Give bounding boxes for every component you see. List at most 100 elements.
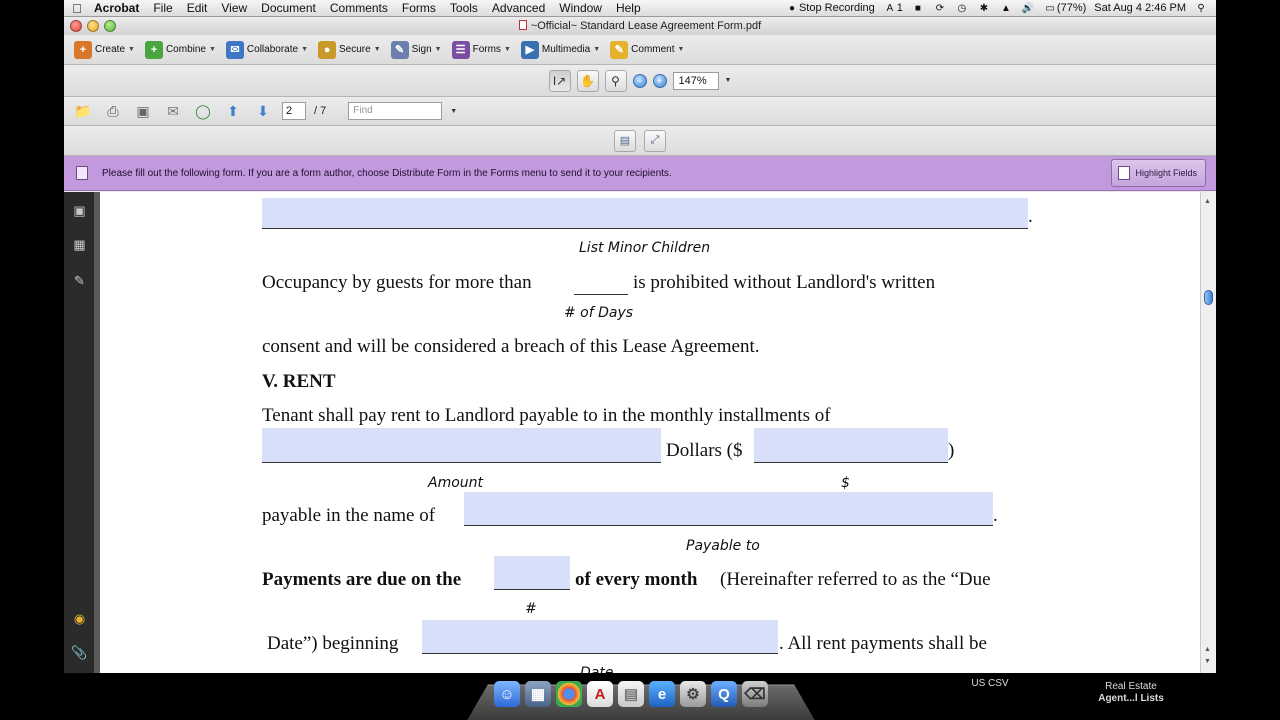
- preview-icon[interactable]: ▦: [525, 681, 551, 707]
- rent-amount-number-field[interactable]: [754, 428, 948, 463]
- open-folder-icon[interactable]: 📁: [72, 101, 94, 121]
- payments-due-text: Payments are due on the: [262, 569, 462, 590]
- menu-view[interactable]: View: [214, 1, 254, 15]
- menu-document[interactable]: Document: [254, 1, 323, 15]
- dropbox-icon[interactable]: ■: [911, 3, 925, 14]
- hand-tool-button[interactable]: ✋: [576, 69, 599, 92]
- attachments-icon[interactable]: 📎: [71, 644, 88, 661]
- zoom-out-button[interactable]: −: [632, 73, 647, 88]
- dropdown-arrow-icon: ▼: [128, 46, 135, 53]
- minor-children-label: List Minor Children: [579, 240, 711, 256]
- time-machine-icon[interactable]: ◷: [955, 3, 969, 14]
- payable-to-field[interactable]: [464, 492, 993, 526]
- create-button[interactable]: + Create ▼: [74, 40, 135, 59]
- days-field[interactable]: [574, 276, 628, 295]
- dropdown-arrow-icon: ▼: [208, 46, 216, 53]
- fit-page-icon: ▤: [619, 135, 631, 147]
- sync-icon[interactable]: ⟳: [933, 3, 947, 14]
- close-window-button[interactable]: [70, 20, 82, 32]
- scroll-down-arrow-icon[interactable]: ▼: [1204, 658, 1211, 665]
- bluetooth-icon[interactable]: ✱: [977, 3, 991, 14]
- minor-children-field[interactable]: [262, 198, 1028, 229]
- close-paren: ): [948, 440, 955, 461]
- print-icon[interactable]: ⎙: [102, 101, 124, 121]
- amount-label: Amount: [428, 475, 484, 491]
- globe-icon[interactable]: ◯: [192, 101, 214, 121]
- email-icon[interactable]: ✉: [162, 101, 184, 121]
- menu-advanced[interactable]: Advanced: [485, 1, 552, 15]
- comment-button[interactable]: ✎ Comment ▼: [610, 40, 684, 59]
- menu-forms[interactable]: Forms: [395, 1, 443, 15]
- battery-icon: ▭: [1045, 3, 1055, 14]
- scroll-up-arrow-icon[interactable]: ▲: [1204, 198, 1211, 205]
- zoom-in-button[interactable]: +: [652, 73, 667, 88]
- system-preferences-icon[interactable]: ⚙: [680, 681, 706, 707]
- highlight-fields-button[interactable]: Highlight Fields: [1111, 159, 1206, 187]
- comments-icon[interactable]: ◉: [71, 610, 88, 627]
- zoom-window-button[interactable]: [104, 20, 116, 32]
- due-day-field[interactable]: [494, 556, 570, 590]
- minor-children-period: .: [1028, 206, 1033, 227]
- menu-window[interactable]: Window: [552, 1, 609, 15]
- fit-width-button[interactable]: ▤: [614, 129, 636, 152]
- secure-button[interactable]: ● Secure ▼: [318, 40, 381, 59]
- menu-tools[interactable]: Tools: [443, 1, 485, 15]
- menu-app-name[interactable]: Acrobat: [90, 1, 146, 15]
- trash-icon[interactable]: ⌫: [742, 681, 768, 707]
- menu-file[interactable]: File: [146, 1, 179, 15]
- spotlight-search-icon[interactable]: ⚲: [1194, 3, 1208, 14]
- minimize-window-button[interactable]: [87, 20, 99, 32]
- quicktime-icon[interactable]: Q: [711, 681, 737, 707]
- previous-page-arrow-icon[interactable]: ⬆: [222, 101, 244, 121]
- vertical-scrollbar[interactable]: ▲ ▲ ▼: [1200, 192, 1216, 673]
- full-screen-button[interactable]: ⤢: [644, 129, 666, 152]
- dropdown-arrow-icon: ▼: [503, 46, 511, 53]
- every-month-text: of every month: [575, 569, 698, 590]
- scrollbar-thumb[interactable]: [1204, 290, 1213, 305]
- menu-comments[interactable]: Comments: [323, 1, 395, 15]
- apple-icon[interactable]: : [64, 1, 90, 16]
- occupancy-text-end: is prohibited without Landlord's written: [633, 272, 936, 293]
- collaborate-button[interactable]: ✉ Collaborate ▼: [225, 40, 308, 59]
- volume-icon[interactable]: 🔊: [1021, 3, 1035, 14]
- bookmarks-icon[interactable]: ▦: [71, 236, 88, 253]
- finder-icon[interactable]: ☺: [494, 681, 520, 707]
- zoom-value-field[interactable]: 147%: [672, 71, 719, 90]
- select-tool-button[interactable]: I↗: [548, 69, 571, 92]
- stop-recording-item[interactable]: ● Stop Recording: [785, 2, 875, 14]
- sign-button[interactable]: ✎ Sign ▼: [390, 40, 442, 59]
- record-icon: ●: [788, 3, 795, 14]
- internet-explorer-icon[interactable]: e: [649, 681, 675, 707]
- text-cursor-icon: I↗: [552, 73, 567, 88]
- page-number-field[interactable]: 2: [282, 102, 306, 120]
- dock-label-us-csv[interactable]: US CSV: [960, 678, 1020, 690]
- signatures-icon[interactable]: ✎: [71, 272, 88, 289]
- save-icon[interactable]: ▣: [132, 101, 154, 121]
- zoom-dropdown-arrow-icon[interactable]: ▼: [725, 77, 732, 84]
- find-dropdown-arrow-icon[interactable]: ▼: [450, 108, 457, 115]
- rent-amount-words-field[interactable]: [262, 428, 661, 463]
- combine-button[interactable]: + Combine ▼: [144, 40, 216, 59]
- battery-item[interactable]: ▭ (77%): [1043, 2, 1086, 14]
- form-message-bar: Please fill out the following form. If y…: [64, 156, 1216, 191]
- dropdown-arrow-icon: ▼: [373, 46, 381, 53]
- marquee-zoom-button[interactable]: ⚲: [604, 69, 627, 92]
- notification-item[interactable]: A1: [883, 2, 902, 14]
- scroll-up-arrow-icon[interactable]: ▲: [1204, 646, 1211, 653]
- wifi-icon[interactable]: ▲: [999, 3, 1013, 14]
- clock[interactable]: Sat Aug 4 2:46 PM: [1094, 2, 1186, 14]
- menu-edit[interactable]: Edit: [180, 1, 215, 15]
- dock-label-real-estate[interactable]: Real Estate Agent...l Lists: [1090, 681, 1172, 705]
- documents-icon[interactable]: ▤: [618, 681, 644, 707]
- menu-help[interactable]: Help: [609, 1, 648, 15]
- find-field[interactable]: Find: [348, 102, 443, 120]
- start-date-field[interactable]: [422, 620, 778, 654]
- forms-button[interactable]: ☰ Forms ▼: [451, 40, 511, 59]
- chrome-icon[interactable]: [556, 681, 582, 707]
- dropdown-arrow-icon: ▼: [434, 46, 442, 53]
- multimedia-button[interactable]: ▶ Multimedia ▼: [520, 40, 600, 59]
- consent-text: consent and will be considered a breach …: [262, 336, 760, 357]
- pages-icon[interactable]: ▣: [71, 202, 88, 219]
- acrobat-icon[interactable]: A: [587, 681, 613, 707]
- next-page-arrow-icon[interactable]: ⬇: [252, 101, 274, 121]
